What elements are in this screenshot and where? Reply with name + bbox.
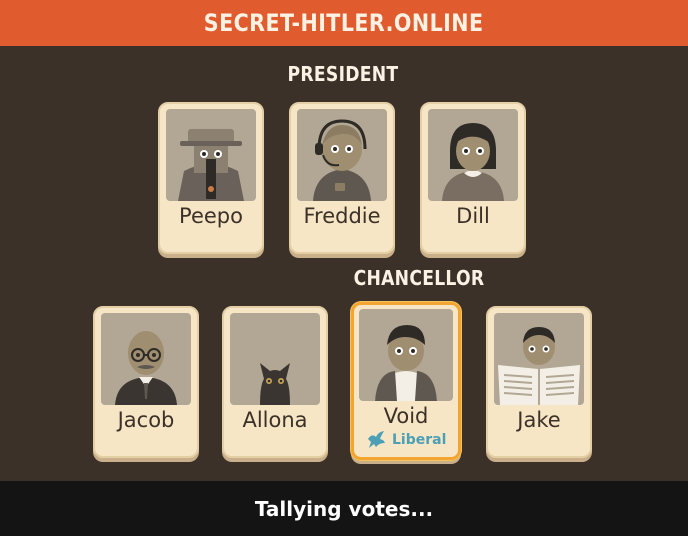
chancellor-card-allona[interactable]: Allona [222, 306, 328, 458]
chancellor-card-jacob[interactable]: Jacob [93, 306, 199, 458]
player-name: Allona [242, 408, 308, 432]
vest-man-icon [359, 309, 453, 401]
role-badge: Liberal [366, 431, 446, 449]
player-name: Jacob [117, 408, 175, 432]
status-bar: Tallying votes... [0, 481, 688, 536]
header-bar: SECRET-HITLER.ONLINE [0, 0, 688, 46]
role-liberal-text: Liberal [392, 432, 447, 448]
newspaper-reader-icon [494, 313, 584, 405]
player-name: Void [383, 404, 429, 428]
player-name: Dill [456, 204, 490, 228]
status-text: Tallying votes... [254, 496, 434, 521]
chancellor-card-void[interactable]: Void Liberal [351, 302, 461, 460]
site-title: SECRET-HITLER.ONLINE [204, 9, 484, 37]
spy-icon [166, 109, 256, 201]
bald-glasses-man-icon [101, 313, 191, 405]
president-card-peepo[interactable]: Peepo [158, 102, 264, 254]
woman-collar-icon [428, 109, 518, 201]
headset-operator-icon [297, 109, 387, 201]
chancellor-label: CHANCELLOR [353, 266, 485, 290]
player-name: Jake [517, 408, 561, 432]
president-card-freddie[interactable]: Freddie [289, 102, 395, 254]
player-name: Freddie [303, 204, 381, 228]
dove-icon [368, 431, 385, 448]
president-label: PRESIDENT [287, 62, 399, 86]
cat-icon [230, 313, 320, 405]
president-card-dill[interactable]: Dill [420, 102, 526, 254]
player-name: Peepo [179, 204, 243, 228]
chancellor-card-jake[interactable]: Jake [486, 306, 592, 458]
